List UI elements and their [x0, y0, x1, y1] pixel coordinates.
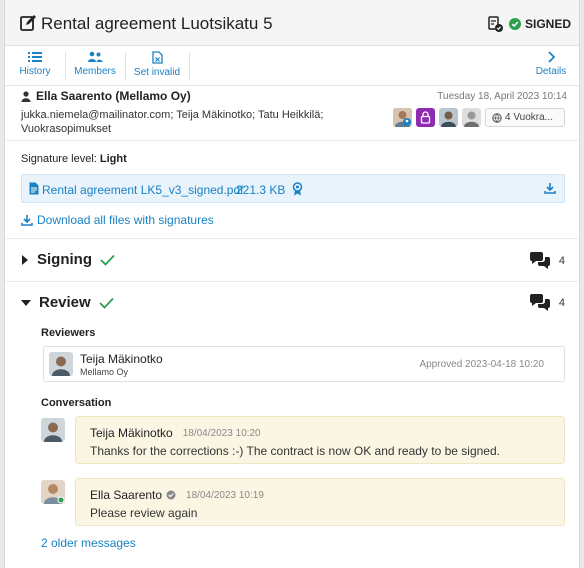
message-text: Thanks for the corrections :-) The contr… [90, 444, 500, 458]
conversation-message: Ella Saarento 18/04/2023 10:19 Please re… [75, 478, 565, 526]
message-author: Ella Saarento [90, 488, 163, 502]
message-header: Ella Saarento 18/04/2023 10:19 [90, 488, 264, 502]
avatar [41, 418, 65, 442]
document-panel: Rental agreement Luotsikatu 5 SIGNED His… [4, 0, 580, 568]
signing-comment-count: 4 [558, 254, 565, 267]
comments-icon [529, 294, 550, 311]
recipients-group: Vuokrasopimukset [21, 123, 112, 135]
members-label: Members [74, 66, 116, 77]
file-name[interactable]: Rental agreement LK5_v3_signed.pdf [42, 183, 243, 197]
avatar[interactable] [393, 108, 412, 127]
document-title: Rental agreement Luotsikatu 5 [41, 14, 273, 33]
file-size: 221.3 KB [236, 183, 286, 197]
signing-title: Signing [37, 251, 92, 268]
participant-avatars: 4 Vuokra... [393, 108, 565, 127]
user-icon [21, 90, 31, 102]
more-participants-label: 4 Vuokra... [505, 112, 553, 123]
check-icon [99, 297, 114, 309]
status-badge: SIGNED [509, 17, 571, 31]
list-icon [28, 52, 42, 62]
lock-avatar[interactable] [416, 108, 435, 127]
reviewer-org: Mellamo Oy [80, 367, 129, 377]
download-icon [21, 215, 33, 226]
message-header: Teija Mäkinotko 18/04/2023 10:20 [90, 426, 261, 440]
reviewers-heading: Reviewers [41, 327, 96, 339]
toolbar-separator [65, 52, 66, 80]
reviewer-status: Approved 2023-04-18 10:20 [419, 359, 544, 370]
divider [5, 281, 579, 282]
lock-icon [420, 111, 431, 124]
document-header: Rental agreement Luotsikatu 5 SIGNED [5, 0, 579, 46]
reviewer-card: Teija Mäkinotko Mellamo Oy Approved 2023… [43, 346, 565, 382]
set-invalid-label: Set invalid [133, 67, 181, 78]
avatar[interactable] [462, 108, 481, 127]
message-time: 18/04/2023 10:19 [186, 489, 264, 501]
download-icon[interactable] [544, 182, 556, 194]
review-title: Review [39, 294, 91, 311]
download-all-label: Download all files with signatures [37, 213, 214, 227]
history-label: History [19, 66, 51, 77]
signature-document-icon[interactable] [487, 16, 503, 32]
message-author: Teija Mäkinotko [90, 426, 173, 440]
signature-level-label: Signature level: [21, 153, 97, 165]
avatar [49, 352, 73, 376]
signature-level-value: Light [99, 153, 127, 165]
divider [5, 238, 579, 239]
conversation-message: Teija Mäkinotko 18/04/2023 10:20 Thanks … [75, 416, 565, 464]
conversation-heading: Conversation [41, 397, 112, 409]
toolbar-separator [125, 52, 126, 80]
divider [5, 140, 579, 141]
more-participants-button[interactable]: 4 Vuokra... [485, 108, 565, 127]
reviewer-name: Teija Mäkinotko [80, 352, 163, 366]
review-section-header[interactable]: Review [21, 294, 114, 311]
avatar[interactable] [439, 108, 458, 127]
edit-document-icon [20, 15, 36, 31]
message-date: Tuesday 18, April 2023 10:14 [437, 91, 567, 102]
message-sender: Ella Saarento (Mellamo Oy) [21, 89, 191, 103]
history-button[interactable]: History [17, 51, 53, 83]
avatar [41, 480, 65, 504]
signature-level: Signature level: Light [21, 153, 127, 165]
message-text: Please review again [90, 506, 198, 520]
globe-icon [492, 112, 502, 123]
check-icon [100, 254, 115, 266]
chevron-right-icon [548, 51, 555, 63]
signing-section-header[interactable]: Signing [21, 251, 115, 268]
check-circle-icon [509, 18, 521, 30]
members-button[interactable]: Members [71, 51, 119, 83]
sender-name: Ella Saarento (Mellamo Oy) [36, 89, 191, 103]
caret-down-icon [21, 299, 31, 306]
older-messages-link[interactable]: 2 older messages [41, 536, 136, 550]
signing-comments[interactable]: 4 [529, 252, 565, 269]
download-all-link[interactable]: Download all files with signatures [21, 213, 214, 227]
toolbar: History Members Set invalid Details [5, 46, 579, 86]
review-comments[interactable]: 4 [529, 294, 565, 311]
set-invalid-button[interactable]: Set invalid [129, 51, 185, 83]
recipients-line: jukka.niemela@mailinator.com; Teija Mäki… [21, 109, 324, 121]
caret-right-icon [22, 254, 28, 265]
status-label: SIGNED [525, 17, 572, 31]
details-button[interactable]: Details [533, 51, 569, 83]
invalid-document-icon [151, 51, 163, 64]
message-time: 18/04/2023 10:20 [182, 427, 261, 439]
toolbar-separator [189, 52, 190, 80]
recipients: jukka.niemela@mailinator.com; Teija Mäki… [21, 108, 361, 136]
members-icon [88, 51, 103, 62]
details-label: Details [535, 66, 567, 77]
pdf-file-icon [29, 182, 39, 195]
verified-icon [166, 490, 176, 500]
review-comment-count: 4 [558, 296, 565, 309]
comments-icon [529, 252, 550, 269]
seal-icon[interactable] [292, 182, 303, 196]
file-attachment[interactable]: Rental agreement LK5_v3_signed.pdf 221.3… [21, 174, 565, 203]
